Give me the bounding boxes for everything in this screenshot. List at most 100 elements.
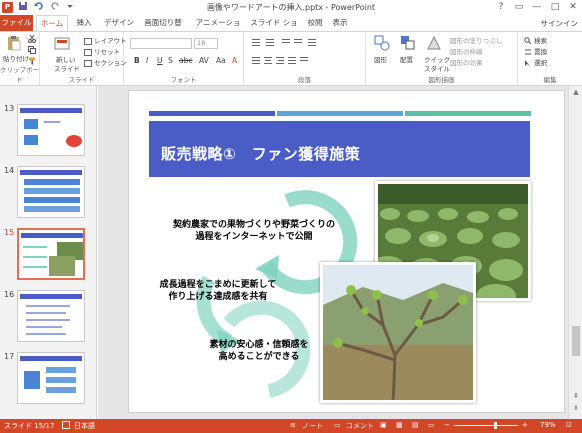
scroll-up-page-icon[interactable]: ⇞ (569, 392, 582, 400)
shape-fill-button[interactable]: 図形の塗りつぶし (450, 35, 502, 45)
comments-button[interactable]: コメント (346, 421, 374, 431)
slide-thumbnail-16[interactable] (17, 290, 85, 342)
tab-review[interactable]: 校閲 (305, 15, 325, 31)
slide-thumbnail-14[interactable] (17, 166, 85, 218)
cycle-step-2[interactable]: 成長過程をこまめに更新して 作り上げる達成感を共有 (143, 279, 293, 303)
select-label: 選択 (534, 59, 548, 67)
notes-icon[interactable]: ≡ (290, 421, 296, 429)
shapes-button[interactable]: 図形 (374, 54, 387, 64)
tab-view[interactable]: 表示 (330, 15, 350, 31)
section-button[interactable]: セクション (84, 57, 127, 67)
comments-icon[interactable]: ▭ (334, 421, 341, 429)
status-bar: スライド 15/17 日本語 ≡ ノート ▭ コメント ▣ ▦ ▤ ▭ − + … (0, 419, 582, 433)
thumb-line (26, 333, 66, 335)
char-spacing-button[interactable]: AV (199, 56, 209, 65)
slide[interactable]: 販売戦略① ファン獲得施策 契約農家での果物づくりや野菜づくりの 過程をインター… (128, 90, 565, 413)
language-label[interactable]: 日本語 (74, 421, 95, 431)
paragraph-icons[interactable] (252, 38, 360, 68)
tab-design[interactable]: デザイン (102, 15, 136, 31)
layout-icon (84, 37, 92, 45)
help-button[interactable]: ? (492, 0, 510, 14)
slide-sorter-icon[interactable]: ▦ (396, 421, 403, 429)
underline-button[interactable]: U (157, 56, 163, 65)
section-icon (84, 59, 92, 67)
shape-effects-button[interactable]: 図形の効果 (450, 57, 483, 67)
shadow-button[interactable]: S (168, 56, 173, 65)
shape-outline-button[interactable]: 図形の枠線 (450, 46, 483, 56)
new-slide-icon[interactable] (54, 35, 70, 51)
zoom-out-button[interactable]: − (444, 421, 450, 429)
notes-button[interactable]: ノート (302, 421, 323, 431)
quick-style-icon[interactable] (426, 35, 442, 51)
arrange-icon[interactable] (400, 35, 416, 51)
find-button[interactable]: 検索 (524, 35, 547, 45)
tab-file[interactable]: ファイル (0, 15, 33, 31)
layout-label: レイアウト (94, 37, 127, 45)
editing-group-label: 編集 (543, 76, 557, 84)
paragraph-group: 段落 (244, 32, 366, 85)
quick-style-label-2[interactable]: スタイル (424, 63, 450, 73)
paste-icon[interactable] (6, 35, 22, 51)
reading-view-icon[interactable]: ▤ (412, 421, 419, 429)
minimize-button[interactable]: — (528, 0, 546, 14)
fig-tree-photo[interactable] (320, 262, 476, 403)
paste-button[interactable]: 貼り付け (3, 53, 29, 63)
cut-icon[interactable] (28, 35, 36, 43)
thumb-title-bar (20, 170, 82, 175)
change-case-button[interactable]: Aa (216, 56, 226, 65)
vertical-scrollbar[interactable]: ▲ ⇞ ⇟ (568, 86, 582, 419)
tab-insert[interactable]: 挿入 (72, 15, 96, 31)
copy-icon[interactable] (28, 46, 36, 54)
cycle-step-1[interactable]: 契約農家での果物づくりや野菜づくりの 過程をインターネットで公開 (149, 219, 359, 243)
slide-thumbnail-17[interactable] (17, 352, 85, 404)
font-group: 18 B I U S abc AV Aa A フォント (124, 32, 244, 85)
zoom-level[interactable]: 79% (540, 421, 556, 429)
thumb-line (26, 312, 66, 314)
reset-button[interactable]: リセット (84, 46, 120, 56)
maximize-button[interactable]: □ (546, 0, 564, 14)
layout-button[interactable]: レイアウト (84, 35, 127, 45)
slide-thumbnail-13[interactable] (17, 104, 85, 156)
slide-thumbnail-15[interactable] (17, 228, 85, 280)
bold-button[interactable]: B (134, 56, 140, 65)
italic-button[interactable]: I (146, 56, 148, 65)
sign-in-link[interactable]: サインイン (541, 18, 579, 29)
thumbnail-number: 14 (4, 166, 15, 175)
close-button[interactable]: ✕ (564, 0, 582, 14)
fit-to-window-icon[interactable]: ⊡ (566, 421, 572, 429)
zoom-slider[interactable] (454, 425, 518, 426)
font-name-combo[interactable] (130, 38, 192, 49)
cycle-step-3[interactable]: 素材の安心感・信頼感を 高めることができる (179, 339, 339, 363)
thumb-box (24, 135, 38, 145)
cycle-step-1-line-1: 契約農家での果物づくりや野菜づくりの (172, 220, 335, 230)
scroll-down-page-icon[interactable]: ⇟ (569, 404, 582, 412)
scroll-up-arrow[interactable]: ▲ (569, 88, 582, 96)
thumb-box (24, 119, 38, 129)
fig-tree-image (323, 265, 473, 400)
zoom-in-button[interactable]: + (522, 421, 528, 429)
font-size-combo[interactable]: 18 (194, 38, 218, 49)
tab-home[interactable]: ホーム (36, 15, 68, 32)
shapes-icon[interactable] (374, 35, 390, 51)
tab-transitions[interactable]: 画面切り替え (141, 15, 185, 43)
select-button[interactable]: 選択 (524, 57, 547, 67)
thumbnail-number-selected: 15 (4, 228, 15, 237)
thumb-box (46, 377, 76, 383)
replace-icon (525, 49, 531, 55)
new-slide-label-2[interactable]: スライド (54, 63, 80, 73)
proofing-icon[interactable] (62, 421, 70, 431)
slideshow-icon[interactable]: ▭ (428, 421, 435, 429)
editing-group: 検索 置換 選択 編集 (518, 32, 582, 85)
ribbon-display-button[interactable]: ▭ (510, 0, 528, 14)
scroll-thumb[interactable] (572, 326, 580, 356)
arrange-button[interactable]: 配置 (400, 54, 413, 64)
replace-button[interactable]: 置換 (524, 46, 547, 56)
strikethrough-button[interactable]: abc (179, 56, 192, 65)
zoom-slider-thumb[interactable] (494, 422, 497, 429)
thumb-box (24, 179, 80, 185)
normal-view-icon[interactable]: ▣ (380, 421, 387, 429)
tab-slideshow[interactable]: スライド ショー (248, 15, 300, 43)
thumb-box (24, 371, 40, 389)
font-color-button[interactable]: A (232, 56, 237, 65)
tab-animations[interactable]: アニメーション (193, 15, 243, 43)
